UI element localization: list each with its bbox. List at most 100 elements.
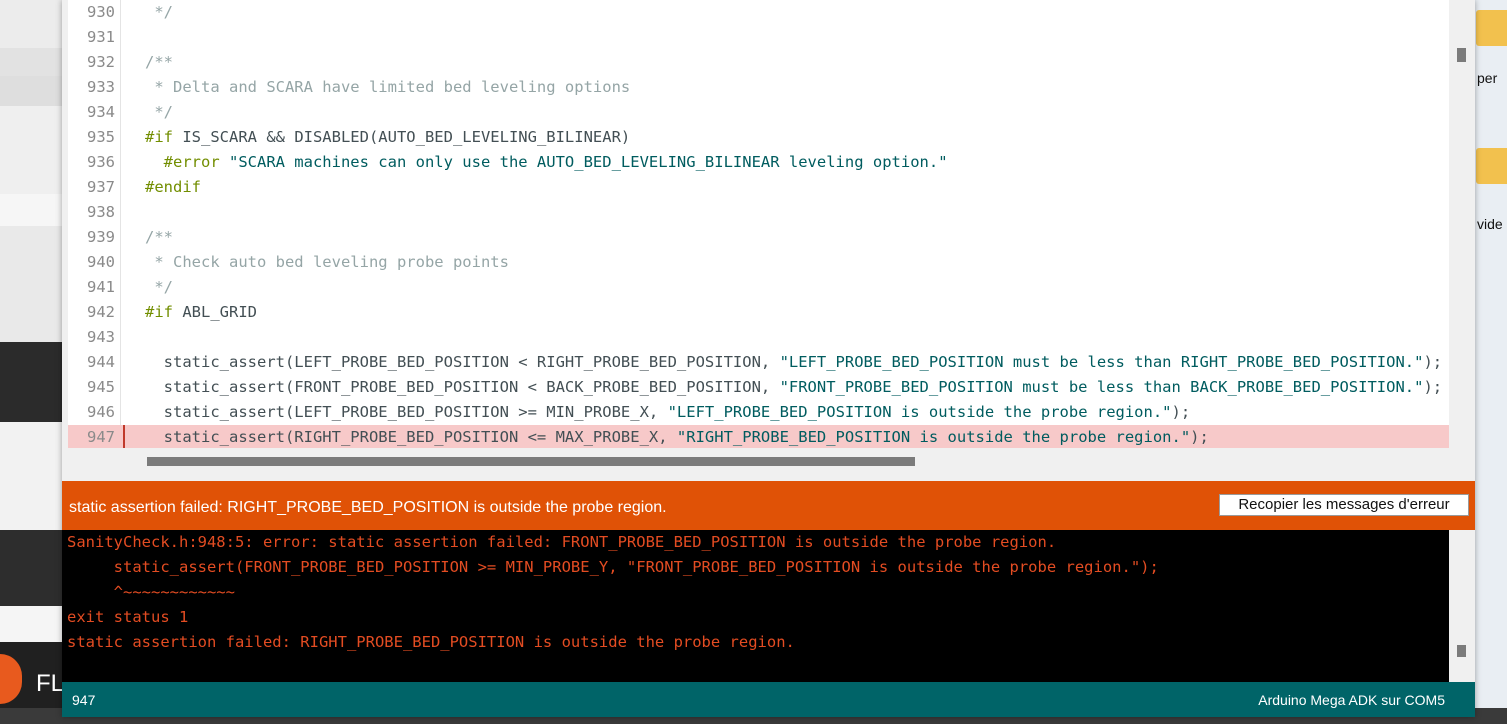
code-line[interactable]: 931 (68, 25, 1449, 50)
line-number: 944 (87, 353, 115, 371)
line-number: 934 (87, 103, 115, 121)
code-token: ); (1423, 378, 1443, 396)
code-text: * Check auto bed leveling probe points (145, 250, 509, 275)
code-line[interactable]: 940 * Check auto bed leveling probe poin… (68, 250, 1449, 275)
line-number: 936 (87, 153, 115, 171)
code-token: static_assert(FRONT_PROBE_BED_POSITION <… (145, 378, 780, 396)
code-token: /** (145, 53, 173, 71)
code-token: #if (145, 128, 173, 146)
code-text: /** (145, 225, 173, 250)
line-number: 943 (87, 328, 115, 346)
code-text: */ (145, 0, 173, 25)
code-token: */ (145, 103, 173, 121)
code-text: #if ABL_GRID (145, 300, 257, 325)
console-line: ^~~~~~~~~~~~~ (67, 583, 235, 601)
code-token: "RIGHT_PROBE_BED_POSITION is outside the… (676, 428, 1191, 446)
board-port-indicator: Arduino Mega ADK sur COM5 (1258, 692, 1445, 708)
scrollbar-thumb[interactable] (147, 457, 915, 466)
console-line: static assertion failed: RIGHT_PROBE_BED… (67, 633, 795, 651)
code-line[interactable]: 943 (68, 325, 1449, 350)
console-vertical-scrollbar[interactable] (1449, 530, 1475, 682)
error-message: static assertion failed: RIGHT_PROBE_BED… (69, 499, 667, 516)
code-token: #if (145, 303, 173, 321)
line-number: 930 (87, 3, 115, 21)
code-token: static_assert(LEFT_PROBE_BED_POSITION < … (145, 353, 780, 371)
line-number: 931 (87, 28, 115, 46)
line-number: 933 (87, 78, 115, 96)
copy-error-messages-button[interactable]: Recopier les messages d'erreur (1219, 494, 1469, 516)
arduino-ide-window: 930 */ 931 932 /** 933 * Delta and SCARA hav… (62, 0, 1475, 717)
code-text: static_assert(LEFT_PROBE_BED_POSITION < … (145, 350, 1442, 375)
code-text: static_assert(RIGHT_PROBE_BED_POSITION <… (145, 425, 1209, 448)
console-line: static_assert(FRONT_PROBE_BED_POSITION >… (67, 558, 1159, 576)
error-message-bar: static assertion failed: RIGHT_PROBE_BED… (62, 481, 1475, 530)
editor-vertical-scrollbar[interactable] (1449, 0, 1475, 448)
code-text: #if IS_SCARA && DISABLED(AUTO_BED_LEVELI… (145, 125, 630, 150)
taskbar-app-label[interactable]: FL (36, 670, 64, 698)
code-text: #error "SCARA machines can only use the … (145, 150, 948, 175)
folder-icon[interactable] (1476, 10, 1507, 46)
code-token: #error (145, 153, 220, 171)
code-token: "LEFT_PROBE_BED_POSITION is outside the … (667, 403, 1172, 421)
code-line[interactable]: 932 /** (68, 50, 1449, 75)
code-line[interactable]: 941 */ (68, 275, 1449, 300)
current-line-number: 947 (72, 692, 96, 708)
code-line[interactable]: 947 static_assert(RIGHT_PROBE_BED_POSITI… (68, 425, 1449, 448)
code-token: * Check auto bed leveling probe points (145, 253, 509, 271)
code-token: static_assert(LEFT_PROBE_BED_POSITION >=… (145, 403, 668, 421)
line-number: 947 (87, 428, 115, 446)
desktop-background-right (1475, 0, 1507, 724)
code-editor[interactable]: 930 */ 931 932 /** 933 * Delta and SCARA hav… (68, 0, 1449, 448)
code-line[interactable]: 935 #if IS_SCARA && DISABLED(AUTO_BED_LEV… (68, 125, 1449, 150)
desktop-background-left (0, 0, 64, 724)
code-text: */ (145, 100, 173, 125)
code-text: #endif (145, 175, 201, 200)
code-token: ); (1190, 428, 1209, 446)
line-number: 941 (87, 278, 115, 296)
line-number: 937 (87, 178, 115, 196)
line-number: 932 (87, 53, 115, 71)
code-line[interactable]: 930 */ (68, 0, 1449, 25)
code-line[interactable]: 933 * Delta and SCARA have limited bed l… (68, 75, 1449, 100)
scrollbar-thumb[interactable] (1457, 645, 1466, 657)
code-text: * Delta and SCARA have limited bed level… (145, 75, 630, 100)
code-token: #endif (145, 178, 201, 196)
code-line[interactable]: 934 */ (68, 100, 1449, 125)
code-token: "FRONT_PROBE_BED_POSITION must be less t… (779, 378, 1424, 396)
code-line[interactable]: 939 /** (68, 225, 1449, 250)
output-console[interactable]: SanityCheck.h:948:5: error: static asser… (62, 530, 1449, 682)
code-token: static_assert(RIGHT_PROBE_BED_POSITION <… (145, 428, 677, 446)
line-number: 939 (87, 228, 115, 246)
editor-horizontal-scrollbar[interactable] (68, 448, 1449, 474)
status-bar: 947 Arduino Mega ADK sur COM5 (62, 682, 1475, 717)
desktop-item-label: vide (1477, 216, 1503, 232)
code-line[interactable]: 942 #if ABL_GRID (68, 300, 1449, 325)
code-token: * Delta and SCARA have limited bed level… (145, 78, 631, 96)
scrollbar-thumb[interactable] (1457, 48, 1466, 62)
line-number: 942 (87, 303, 115, 321)
line-number: 935 (87, 128, 115, 146)
code-line[interactable]: 936 #error "SCARA machines can only use … (68, 150, 1449, 175)
console-line: exit status 1 (67, 608, 189, 626)
code-token: /** (145, 228, 173, 246)
console-line: SanityCheck.h:948:5: error: static asser… (67, 533, 1057, 551)
code-line[interactable]: 938 (68, 200, 1449, 225)
code-token: */ (145, 3, 173, 21)
code-line[interactable]: 945 static_assert(FRONT_PROBE_BED_POSITI… (68, 375, 1449, 400)
code-text: /** (145, 50, 173, 75)
code-token: */ (145, 278, 173, 296)
code-line[interactable]: 944 static_assert(LEFT_PROBE_BED_POSITIO… (68, 350, 1449, 375)
code-text: static_assert(FRONT_PROBE_BED_POSITION <… (145, 375, 1442, 400)
line-number: 946 (87, 403, 115, 421)
line-number: 945 (87, 378, 115, 396)
code-token: ); (1423, 353, 1443, 371)
code-token: ); (1171, 403, 1191, 421)
line-number: 938 (87, 203, 115, 221)
folder-icon[interactable] (1476, 148, 1507, 184)
code-token: "SCARA machines can only use the AUTO_BE… (219, 153, 948, 171)
code-token: "LEFT_PROBE_BED_POSITION must be less th… (779, 353, 1424, 371)
desktop-item-label: per (1477, 70, 1498, 86)
code-line[interactable]: 946 static_assert(LEFT_PROBE_BED_POSITIO… (68, 400, 1449, 425)
code-line[interactable]: 937 #endif (68, 175, 1449, 200)
code-text: static_assert(LEFT_PROBE_BED_POSITION >=… (145, 400, 1191, 425)
